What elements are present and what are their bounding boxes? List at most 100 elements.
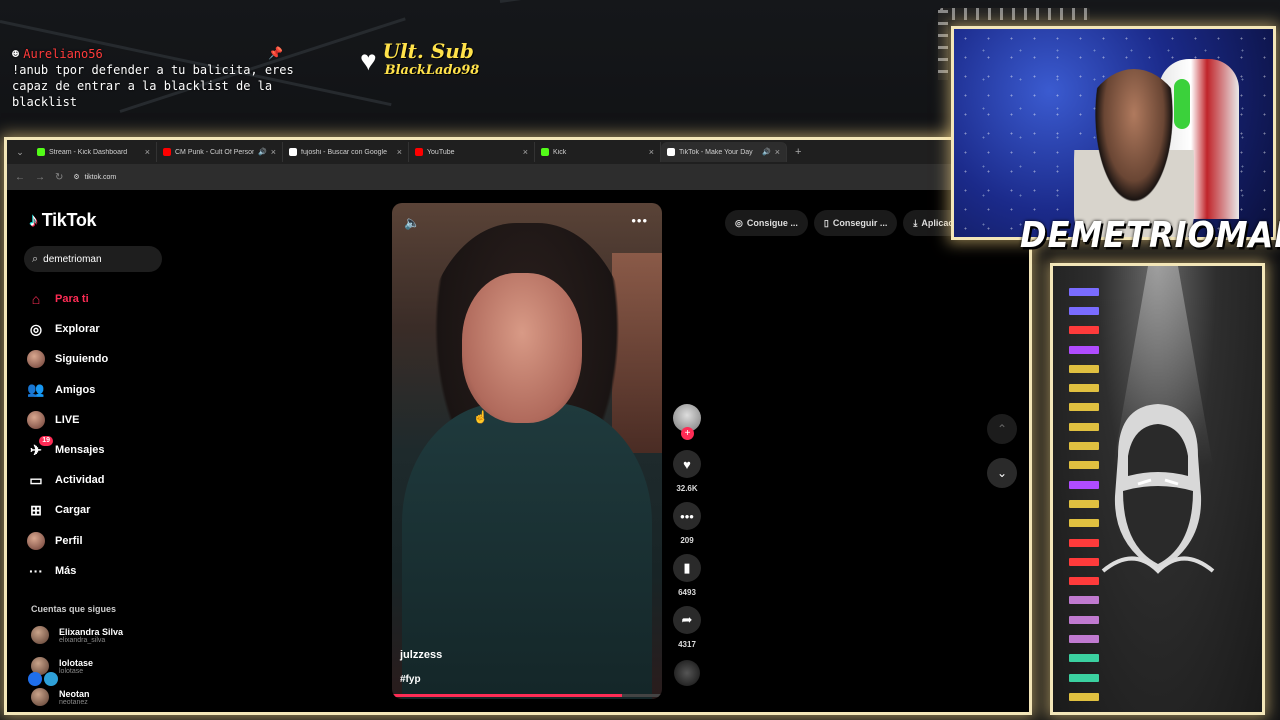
home-icon: ⌂ xyxy=(31,291,41,308)
search-input[interactable]: ⌕ demetrioman xyxy=(24,246,162,272)
chat-row-username-swatch xyxy=(1069,499,1099,508)
browser-tab[interactable]: Kick × xyxy=(535,142,661,162)
tab-search-icon[interactable]: ⌄ xyxy=(13,145,27,159)
tiktok-page: ♪ TikTok ⌕ demetrioman ⌂ Para ti ◎ Explorar S… xyxy=(7,190,1029,712)
chat-row xyxy=(1069,340,1099,359)
site-info-icon[interactable]: ⚙ xyxy=(73,173,79,181)
comment-count: 209 xyxy=(680,536,694,545)
chat-row-username-swatch xyxy=(1069,326,1099,335)
top-action-label: Consigue ... xyxy=(746,218,798,228)
like-count: 32.6K xyxy=(676,484,698,493)
sidebar-item-label: LIVE xyxy=(55,413,80,426)
tab-label: CM Punk - Cult Of Persona xyxy=(175,148,255,156)
following-avatar-icon xyxy=(27,350,45,369)
sidebar-item-label: Amigos xyxy=(55,383,96,396)
close-tab-icon[interactable]: × xyxy=(397,147,402,157)
chat-row xyxy=(1069,610,1099,629)
forward-icon[interactable]: → xyxy=(35,172,45,183)
close-tab-icon[interactable]: × xyxy=(523,147,528,157)
comment-icon[interactable]: ••• xyxy=(673,502,701,530)
floating-action-icon[interactable] xyxy=(28,672,42,686)
chat-row xyxy=(1069,301,1099,320)
tab-favicon-icon xyxy=(541,148,549,156)
audio-icon[interactable]: 🔊 xyxy=(258,148,267,156)
browser-tab[interactable]: YouTube × xyxy=(409,142,535,162)
tab-label: fujoshi - Buscar con Google xyxy=(301,148,387,156)
followed-account[interactable]: Neotan neotanez xyxy=(31,688,90,706)
volume-icon[interactable]: 🔈 xyxy=(404,215,420,231)
chat-row-username-swatch xyxy=(1069,538,1099,547)
like-icon[interactable]: ♥ xyxy=(673,450,701,478)
bookmark-icon[interactable]: ▮ xyxy=(673,554,701,582)
follow-plus-icon[interactable]: + xyxy=(681,427,694,440)
sidebar-item-cargar[interactable]: ⊞ Cargar xyxy=(27,495,108,525)
browser-tab[interactable]: Stream - Kick Dashboard × xyxy=(31,142,157,162)
account-handle: lolotase xyxy=(59,667,84,675)
browser-tab[interactable]: TikTok - Make Your Day 🔊 × xyxy=(661,142,787,162)
more-icon: ··· xyxy=(29,562,43,579)
reload-icon[interactable]: ↻ xyxy=(55,172,63,183)
music-disc-icon[interactable] xyxy=(674,660,700,686)
next-video-button[interactable]: ⌄ xyxy=(987,458,1017,488)
message-badge: 19 xyxy=(39,436,53,447)
browser-tab[interactable]: CM Punk - Cult Of Persona 🔊 × xyxy=(157,142,283,162)
share-icon[interactable]: ➦ xyxy=(673,606,701,634)
top-action-button[interactable]: ◎ Consigue ... xyxy=(725,210,808,236)
sidebar-item-actividad[interactable]: ▭ Actividad xyxy=(27,465,108,495)
avatar xyxy=(31,626,49,644)
tab-favicon-icon xyxy=(37,148,45,156)
tab-label: YouTube xyxy=(427,148,455,156)
chat-row xyxy=(1069,398,1099,417)
close-tab-icon[interactable]: × xyxy=(649,147,654,157)
pin-icon: 📌 xyxy=(268,46,283,60)
browser-window: ⌄ Stream - Kick Dashboard × CM Punk - Cult… xyxy=(4,137,1032,715)
close-tab-icon[interactable]: × xyxy=(775,147,780,157)
close-tab-icon[interactable]: × xyxy=(145,147,150,157)
tab-label: Kick xyxy=(553,148,567,156)
tiktok-logo[interactable]: ♪ TikTok xyxy=(29,210,97,231)
browser-tab[interactable]: fujoshi - Buscar con Google × xyxy=(283,142,409,162)
previous-video-button[interactable]: ⌃ xyxy=(987,414,1017,444)
top-action-button[interactable]: ▯ Conseguir ... xyxy=(813,210,898,236)
close-tab-icon[interactable]: × xyxy=(271,147,276,157)
account-name: Elixandra Silva xyxy=(59,626,124,637)
new-tab-button[interactable]: + xyxy=(795,146,801,158)
audio-icon[interactable]: 🔊 xyxy=(762,148,771,156)
sidebar-item-amigos[interactable]: 👥 Amigos xyxy=(27,375,108,405)
video-author[interactable]: julzzess xyxy=(400,649,442,661)
sidebar-item-explorar[interactable]: ◎ Explorar xyxy=(27,314,108,344)
headset xyxy=(1174,79,1190,129)
sidebar-item-live[interactable]: LIVE xyxy=(27,405,108,435)
sidebar-item-label: Actividad xyxy=(55,474,105,487)
chat-row xyxy=(1069,475,1099,494)
chat-row xyxy=(1069,552,1099,571)
chat-row-username-swatch xyxy=(1069,306,1099,315)
messages-icon: ✈ 19 xyxy=(27,436,53,459)
coin-icon: ◎ xyxy=(735,217,743,228)
sidebar-item-para-ti[interactable]: ⌂ Para ti xyxy=(27,284,108,314)
video-player[interactable]: 🔈 ••• julzzess #fyp xyxy=(392,203,662,699)
video-progress-bar[interactable] xyxy=(392,694,662,697)
chevron-down-icon: ⌄ xyxy=(996,466,1008,480)
video-actions: + ♥ 32.6K ••• 209 ▮ 6493 ➦ 4317 xyxy=(671,404,703,686)
creator-avatar[interactable]: + xyxy=(673,404,701,440)
chat-row-username-swatch xyxy=(1069,422,1099,431)
account-handle: elixandra_silva xyxy=(59,636,106,644)
sidebar-item-perfil[interactable]: Perfil xyxy=(27,526,108,556)
floating-buttons xyxy=(28,672,58,686)
more-options-icon[interactable]: ••• xyxy=(631,213,648,228)
back-icon[interactable]: ← xyxy=(15,172,25,183)
sidebar-item-más[interactable]: ··· Más xyxy=(27,556,108,586)
sidebar-item-mensajes[interactable]: ✈ 19 Mensajes xyxy=(27,435,108,465)
account-name: Neotan xyxy=(59,688,90,699)
decor-bars xyxy=(940,8,1090,20)
video-hashtag[interactable]: #fyp xyxy=(400,674,421,685)
chat-row xyxy=(1069,687,1099,706)
floating-action-icon[interactable] xyxy=(44,672,58,686)
chat-row-username-swatch xyxy=(1069,634,1099,643)
sidebar-item-siguiendo[interactable]: Siguiendo xyxy=(27,344,108,374)
url-field[interactable]: ⚙ tiktok.com xyxy=(73,173,116,182)
chat-rows xyxy=(1069,282,1099,707)
followed-account[interactable]: Elixandra Silva elixandra_silva xyxy=(31,626,123,644)
chat-row-username-swatch xyxy=(1069,442,1099,451)
